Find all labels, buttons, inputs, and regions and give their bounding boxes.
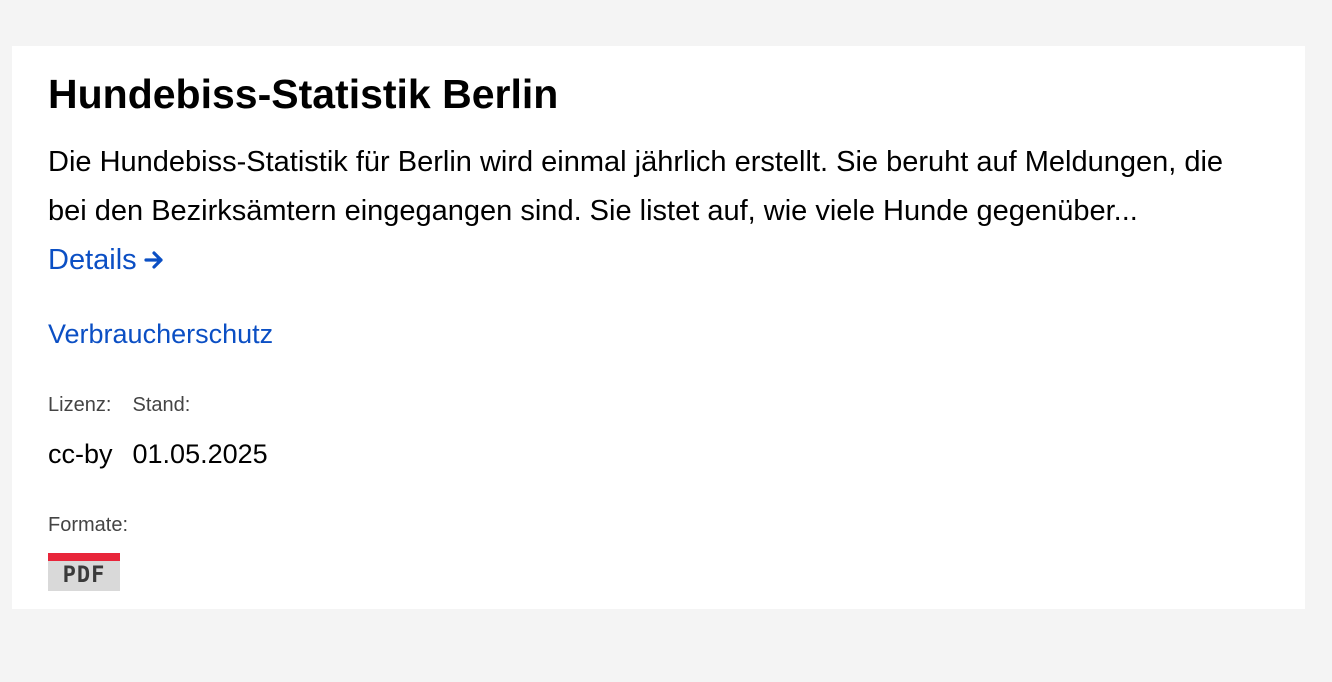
dataset-card: Hundebiss-Statistik Berlin Die Hundebiss… [12,46,1305,609]
dataset-teaser: Die Hundebiss-Statistik für Berlin wird … [48,138,1228,285]
metadata-row: Lizenz: cc-by Stand: 01.05.2025 [48,392,268,470]
pdf-format-badge[interactable]: PDF [48,553,120,591]
date-label: Stand: [132,394,191,416]
details-link[interactable]: Details [48,244,165,276]
pdf-format-label: PDF [62,563,106,588]
formats-label: Formate: [48,514,129,536]
category-link[interactable]: Verbraucherschutz [48,318,273,350]
date-info: Stand: 01.05.2025 [133,392,268,470]
license-value: cc-by [48,439,113,469]
license-info: Lizenz: cc-by [48,392,113,470]
teaser-text: Die Hundebiss-Statistik für Berlin wird … [48,146,1224,227]
date-value: 01.05.2025 [132,439,268,469]
details-link-label: Details [48,244,137,276]
dataset-title: Hundebiss-Statistik Berlin [48,71,559,117]
license-label: Lizenz: [48,394,112,416]
arrow-right-icon [144,251,163,269]
